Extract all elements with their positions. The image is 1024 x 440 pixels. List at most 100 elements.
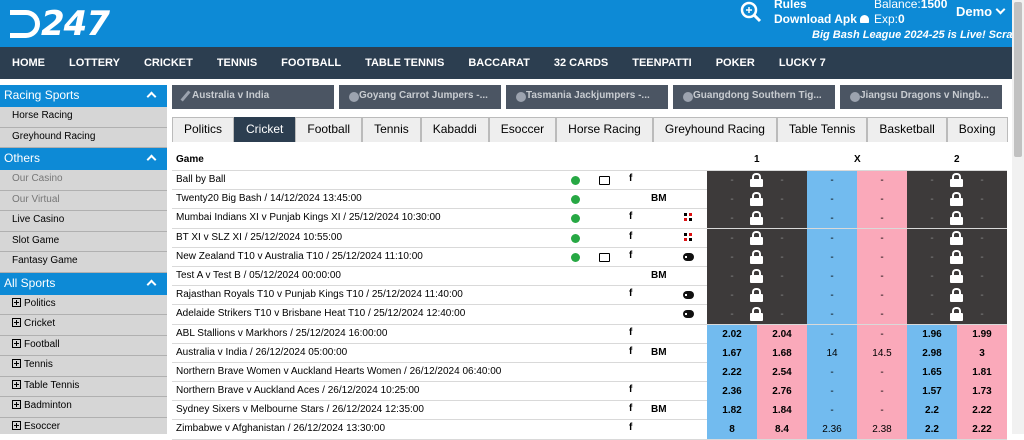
page-scrollbar[interactable] xyxy=(1012,0,1024,434)
sidebar-item-our-virtual[interactable]: Our Virtual xyxy=(0,190,167,211)
sidebar-item-esoccer[interactable]: Esoccer xyxy=(0,417,167,434)
nav-item-32-cards[interactable]: 32 CARDS xyxy=(542,57,620,69)
back-odds-cell[interactable]: - xyxy=(807,362,857,382)
back-odds-cell[interactable]: 2.2 xyxy=(907,401,957,421)
lay-odds-cell[interactable]: 1.99 xyxy=(957,324,1007,344)
match-name[interactable]: Test A v Test B / 05/12/2024 00:00:00 xyxy=(176,270,341,281)
lay-odds-cell[interactable]: 2.54 xyxy=(757,362,807,382)
sidebar-item-table-tennis[interactable]: Table Tennis xyxy=(0,376,167,397)
lay-odds-cell[interactable]: 2.76 xyxy=(757,382,807,402)
nav-item-football[interactable]: FOOTBALL xyxy=(269,57,353,69)
match-name[interactable]: New Zealand T10 v Australia T10 / 25/12/… xyxy=(176,251,423,262)
table-row[interactable]: ABL Stallions v Markhors / 25/12/2024 16… xyxy=(172,324,1007,344)
lay-odds-cell[interactable]: - xyxy=(857,228,907,248)
sidebar-item-slot-game[interactable]: Slot Game xyxy=(0,231,167,252)
tab-kabaddi[interactable]: Kabaddi xyxy=(420,117,489,142)
rules-link[interactable]: Rules xyxy=(774,0,807,11)
back-odds-cell[interactable]: - xyxy=(807,228,857,248)
back-odds-cell[interactable]: - xyxy=(807,286,857,306)
match-name[interactable]: Rajasthan Royals T10 v Punjab Kings T10 … xyxy=(176,289,463,300)
lay-odds-cell[interactable]: - xyxy=(857,362,907,382)
lay-odds-cell[interactable]: 2.04 xyxy=(757,324,807,344)
nav-item-tennis[interactable]: TENNIS xyxy=(205,57,269,69)
back-odds-cell[interactable]: - xyxy=(807,190,857,210)
tab-cricket[interactable]: Cricket xyxy=(234,117,296,142)
lay-odds-cell[interactable]: - xyxy=(857,266,907,286)
back-odds-cell[interactable]: - xyxy=(807,324,857,344)
back-odds-cell[interactable]: 2.02 xyxy=(707,324,757,344)
back-odds-cell[interactable]: 2.2 xyxy=(907,420,957,440)
sidebar-item-football[interactable]: Football xyxy=(0,335,167,356)
back-odds-cell[interactable]: 1.57 xyxy=(907,382,957,402)
back-odds-cell[interactable]: 2.22 xyxy=(707,362,757,382)
match-name[interactable]: Zimbabwe v Afghanistan / 26/12/2024 13:3… xyxy=(176,423,385,434)
lay-odds-cell[interactable]: 14.5 xyxy=(857,343,907,363)
match-name[interactable]: Sydney Sixers v Melbourne Stars / 26/12/… xyxy=(176,404,424,415)
nav-item-cricket[interactable]: CRICKET xyxy=(132,57,205,69)
nav-item-teenpatti[interactable]: TEENPATTI xyxy=(620,57,703,69)
featured-event[interactable]: Australia v India xyxy=(172,85,334,109)
table-row[interactable]: Northern Brave Women v Auckland Hearts W… xyxy=(172,362,1007,383)
lay-odds-cell[interactable]: 3 xyxy=(957,343,1007,363)
featured-event[interactable]: Guangdong Southern Tig... xyxy=(673,85,835,109)
scrollbar-thumb[interactable] xyxy=(1014,2,1022,157)
lay-odds-cell[interactable]: 1.81 xyxy=(957,362,1007,382)
sidebar-item-live-casino[interactable]: Live Casino xyxy=(0,211,167,232)
match-name[interactable]: Twenty20 Big Bash / 14/12/2024 13:45:00 xyxy=(176,193,362,204)
sidebar-item-greyhound-racing[interactable]: Greyhound Racing xyxy=(0,127,167,148)
sidebar-item-badminton[interactable]: Badminton xyxy=(0,397,167,418)
tab-politics[interactable]: Politics xyxy=(172,117,235,142)
tab-football[interactable]: Football xyxy=(295,117,363,142)
nav-item-lucky-7[interactable]: LUCKY 7 xyxy=(767,57,838,69)
nav-item-poker[interactable]: POKER xyxy=(704,57,767,69)
back-odds-cell[interactable]: - xyxy=(807,247,857,267)
tab-boxing[interactable]: Boxing xyxy=(946,117,1008,142)
back-odds-cell[interactable]: 8 xyxy=(707,420,757,440)
lay-odds-cell[interactable]: 1.73 xyxy=(957,382,1007,402)
nav-item-baccarat[interactable]: BACCARAT xyxy=(456,57,542,69)
back-odds-cell[interactable]: - xyxy=(807,401,857,421)
match-name[interactable]: Northern Brave v Auckland Aces / 26/12/2… xyxy=(176,385,420,396)
featured-event[interactable]: Jiangsu Dragons v Ningb... xyxy=(840,85,1002,109)
lay-odds-cell[interactable]: 2.22 xyxy=(957,420,1007,440)
table-row[interactable]: Rajasthan Royals T10 v Punjab Kings T10 … xyxy=(172,286,1007,306)
back-odds-cell[interactable]: 1.96 xyxy=(907,324,957,344)
table-row[interactable]: Zimbabwe v Afghanistan / 26/12/2024 13:3… xyxy=(172,420,1007,440)
featured-event[interactable]: Goyang Carrot Jumpers -... xyxy=(339,85,501,109)
table-row[interactable]: Mumbai Indians XI v Punjab Kings XI / 25… xyxy=(172,209,1007,229)
back-odds-cell[interactable]: 1.67 xyxy=(707,343,757,363)
back-odds-cell[interactable]: - xyxy=(807,171,857,190)
table-row[interactable]: BT XI v SLZ XI / 25/12/2024 10:55:00 f - - -… xyxy=(172,228,1007,248)
lay-odds-cell[interactable]: - xyxy=(857,209,907,229)
lay-odds-cell[interactable]: 1.68 xyxy=(757,343,807,363)
table-row[interactable]: New Zealand T10 v Australia T10 / 25/12/… xyxy=(172,247,1007,267)
match-name[interactable]: Adelaide Strikers T10 v Brisbane Heat T1… xyxy=(176,308,465,319)
logo[interactable]: 247 xyxy=(10,4,110,44)
lay-odds-cell[interactable]: - xyxy=(857,190,907,210)
lay-odds-cell[interactable]: 2.38 xyxy=(857,420,907,440)
exposure[interactable]: Exp:0 xyxy=(874,12,905,26)
sidebar-item-tennis[interactable]: Tennis xyxy=(0,356,167,377)
search-icon[interactable] xyxy=(740,1,762,23)
back-odds-cell[interactable]: - xyxy=(807,266,857,286)
tab-basketball[interactable]: Basketball xyxy=(867,117,947,142)
sidebar-racing-header[interactable]: Racing Sports xyxy=(0,85,167,107)
match-name[interactable]: Northern Brave Women v Auckland Hearts W… xyxy=(176,366,501,377)
lay-odds-cell[interactable]: - xyxy=(857,324,907,344)
lay-odds-cell[interactable]: - xyxy=(857,382,907,402)
tab-greyhound-racing[interactable]: Greyhound Racing xyxy=(652,117,777,142)
table-row[interactable]: Test A v Test B / 05/12/2024 00:00:00 BM -… xyxy=(172,266,1007,287)
back-odds-cell[interactable]: 2.36 xyxy=(807,420,857,440)
match-name[interactable]: Australia v India / 26/12/2024 05:00:00 xyxy=(176,347,347,358)
lay-odds-cell[interactable]: 8.4 xyxy=(757,420,807,440)
tab-esoccer[interactable]: Esoccer xyxy=(488,117,557,142)
lay-odds-cell[interactable]: - xyxy=(857,305,907,325)
back-odds-cell[interactable]: 2.36 xyxy=(707,382,757,402)
lay-odds-cell[interactable]: - xyxy=(857,171,907,190)
back-odds-cell[interactable]: 2.98 xyxy=(907,343,957,363)
back-odds-cell[interactable]: 1.65 xyxy=(907,362,957,382)
back-odds-cell[interactable]: 14 xyxy=(807,343,857,363)
table-row[interactable]: Sydney Sixers v Melbourne Stars / 26/12/… xyxy=(172,401,1007,421)
user-menu[interactable]: Demo xyxy=(956,4,1006,19)
sidebar-item-fantasy-game[interactable]: Fantasy Game xyxy=(0,252,167,273)
